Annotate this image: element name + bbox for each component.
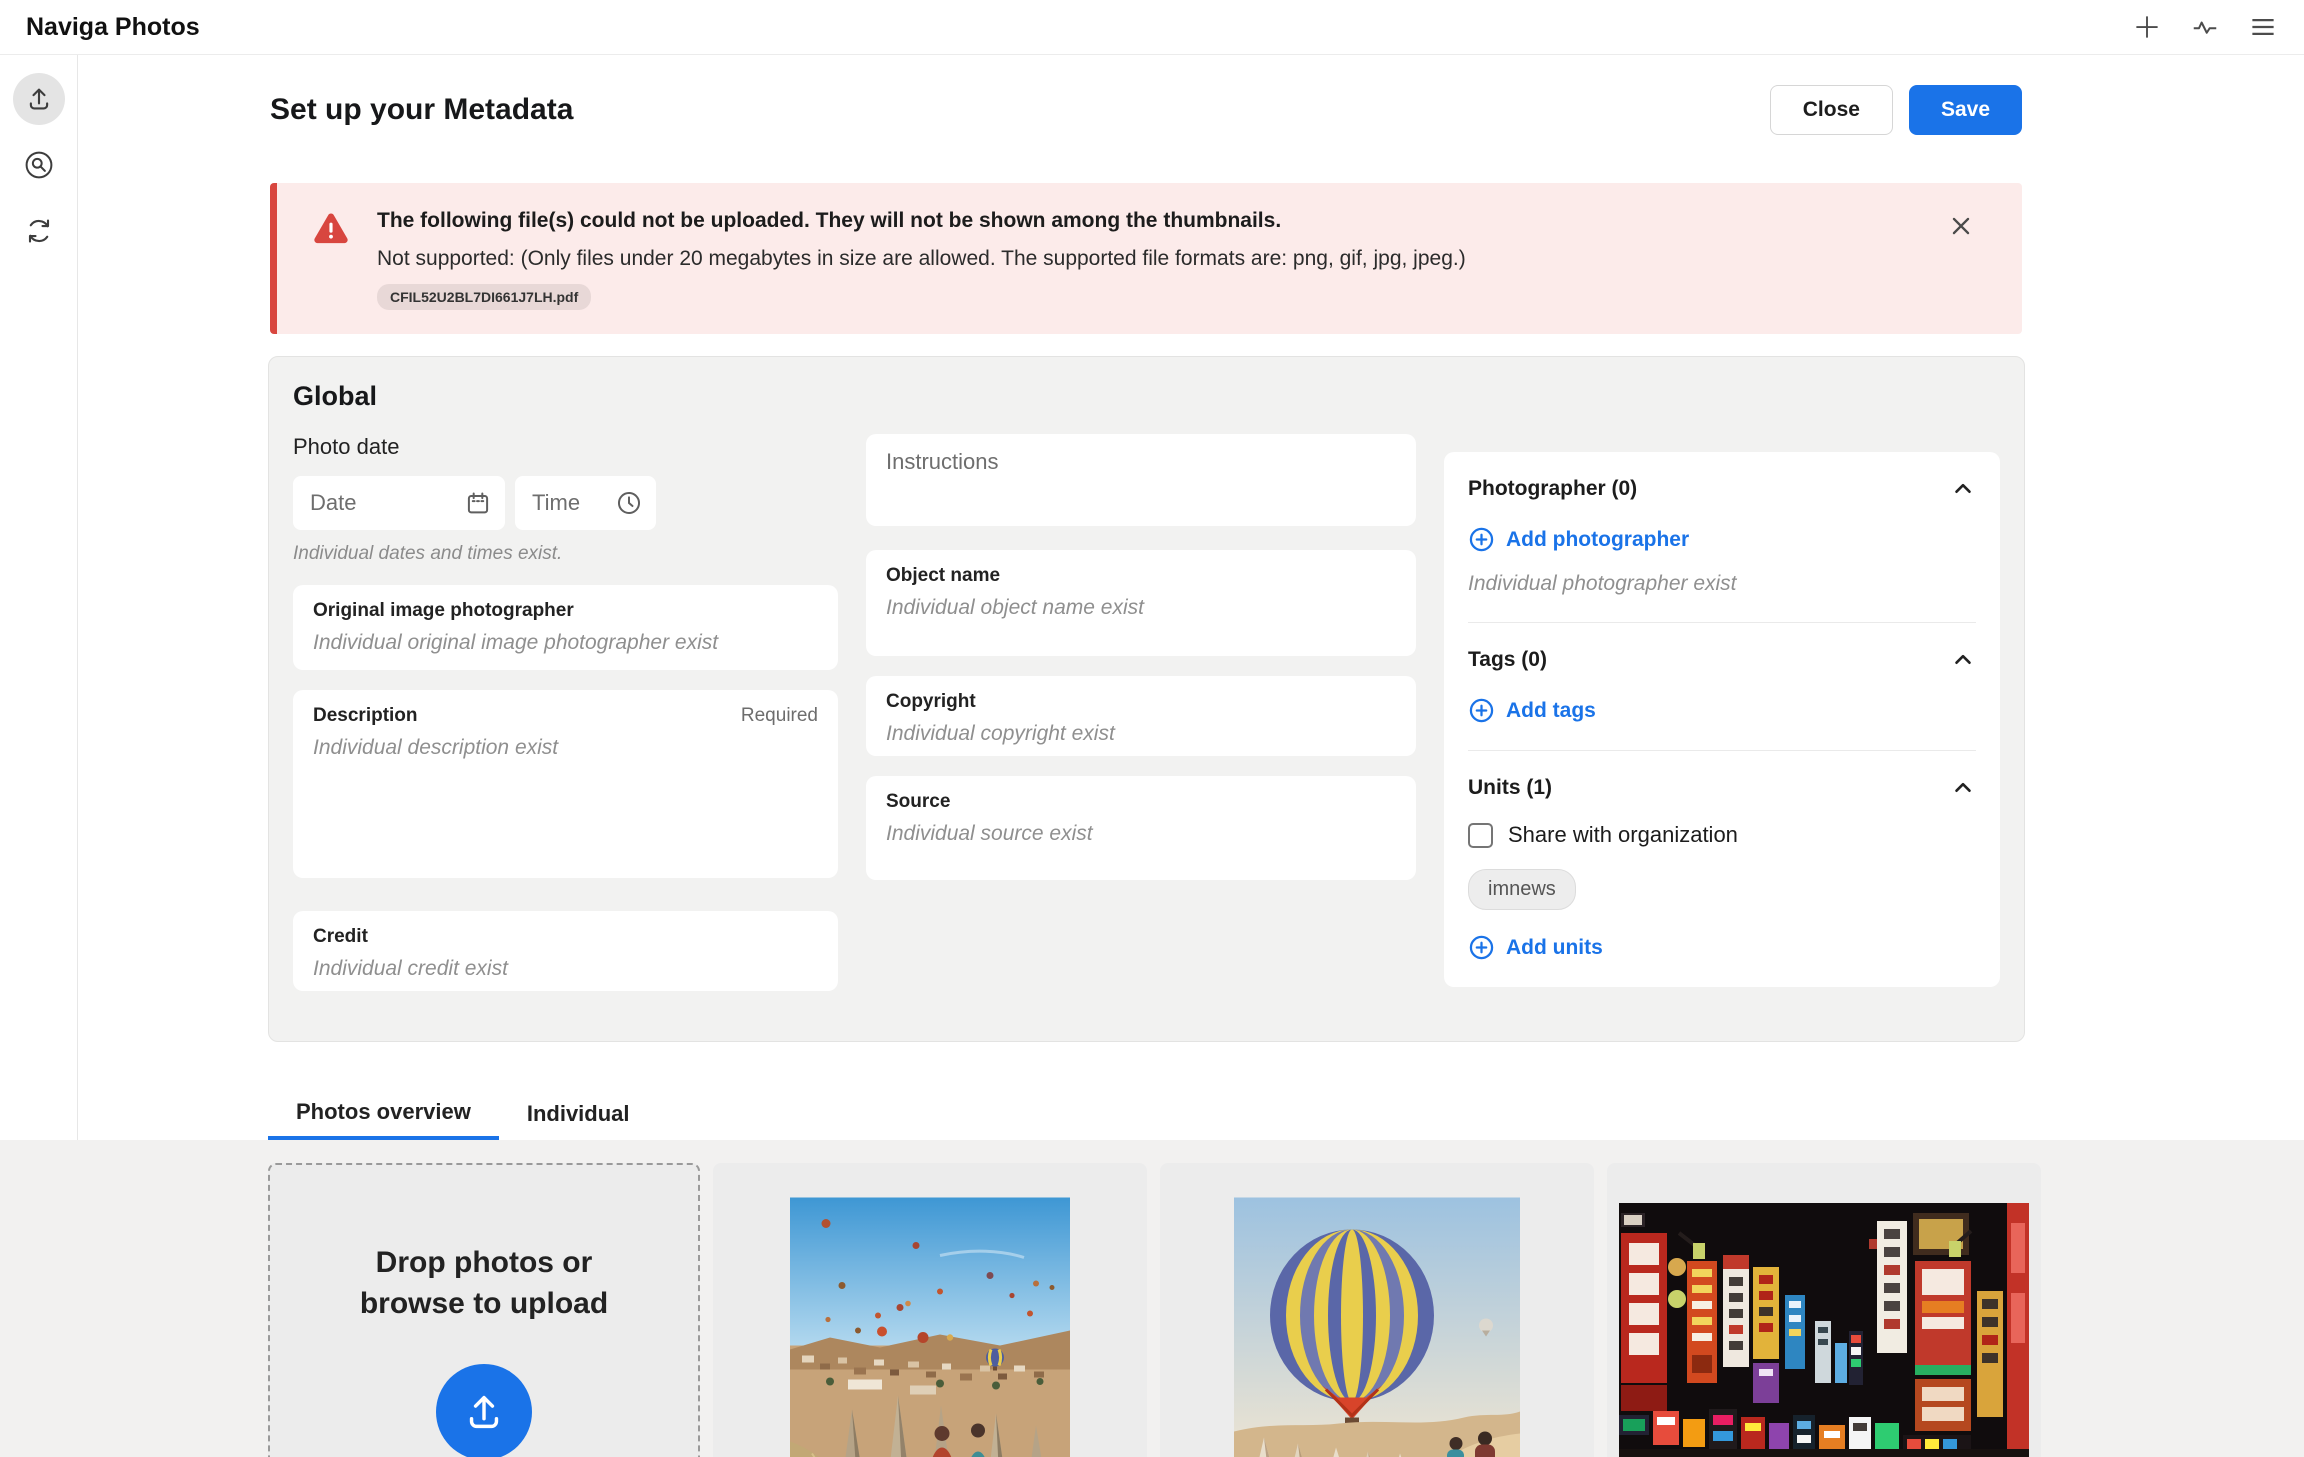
original-photographer-label: Original image photographer xyxy=(313,600,818,622)
thumbnail-tokyo-neon-street[interactable] xyxy=(1607,1163,2041,1457)
menu-icon[interactable] xyxy=(2248,12,2278,42)
main-area: Set up your Metadata Close Save The foll… xyxy=(0,55,2304,1140)
description-label: Description xyxy=(313,705,418,727)
page-title: Set up your Metadata xyxy=(270,93,573,127)
credit-value: Individual credit exist xyxy=(313,957,818,981)
units-section-title: Units (1) xyxy=(1468,776,1552,800)
share-label: Share with organization xyxy=(1508,822,1738,848)
object-name-value: Individual object name exist xyxy=(886,596,1396,620)
copyright-label: Copyright xyxy=(886,691,1396,713)
units-section: Units (1) Share with organization imnews xyxy=(1468,750,1976,987)
source-label: Source xyxy=(886,791,1396,813)
metadata-column-middle: Instructions Object name Individual obje… xyxy=(866,424,1416,991)
tags-section: Tags (0) Add tags xyxy=(1468,622,1976,750)
description-value: Individual description exist xyxy=(313,736,818,760)
cappadocia-photo xyxy=(790,1172,1070,1457)
tab-photos-overview[interactable]: Photos overview xyxy=(268,1088,499,1140)
chevron-up-icon[interactable] xyxy=(1950,775,1976,801)
header-actions: Close Save xyxy=(1770,85,2022,135)
photo-date-hint: Individual dates and times exist. xyxy=(293,543,838,565)
source-value: Individual source exist xyxy=(886,822,1396,846)
instructions-placeholder: Instructions xyxy=(886,449,999,474)
original-photographer-field[interactable]: Original image photographer Individual o… xyxy=(293,585,838,670)
app-title: Naviga Photos xyxy=(26,13,200,42)
upload-icon[interactable] xyxy=(13,73,65,125)
date-input[interactable]: Date xyxy=(293,476,505,530)
save-button[interactable]: Save xyxy=(1909,85,2022,135)
panel-title: Global xyxy=(293,381,2000,412)
chevron-up-icon[interactable] xyxy=(1950,476,1976,502)
content: Set up your Metadata Close Save The foll… xyxy=(78,55,2304,1140)
source-field[interactable]: Source Individual source exist xyxy=(866,776,1416,880)
sidebar xyxy=(0,55,78,1140)
add-units-label: Add units xyxy=(1506,936,1603,960)
sync-icon[interactable] xyxy=(13,205,65,257)
tokyo-photo xyxy=(1619,1203,2029,1457)
photographer-section-header[interactable]: Photographer (0) xyxy=(1468,476,1976,502)
upload-icon[interactable] xyxy=(436,1364,532,1457)
alert-detail: Not supported: (Only files under 20 mega… xyxy=(377,247,1952,271)
description-field[interactable]: Description Required Individual descript… xyxy=(293,690,838,878)
rejected-file-chip: CFIL52U2BL7DI661J7LH.pdf xyxy=(377,284,591,310)
share-with-organization-row[interactable]: Share with organization xyxy=(1468,822,1976,848)
plus-icon[interactable] xyxy=(2132,12,2162,42)
add-photographer-label: Add photographer xyxy=(1506,528,1689,552)
clock-icon xyxy=(615,489,643,517)
tab-individual[interactable]: Individual xyxy=(499,1088,658,1140)
time-input[interactable]: Time xyxy=(515,476,656,530)
add-photographer-button[interactable]: Add photographer xyxy=(1468,526,1689,553)
object-name-label: Object name xyxy=(886,565,1396,587)
add-tags-button[interactable]: Add tags xyxy=(1468,697,1596,724)
metadata-column-left: Photo date Date Time xyxy=(293,424,838,991)
collections-card: Photographer (0) Add photographer Indivi… xyxy=(1444,452,2000,987)
activity-icon[interactable] xyxy=(2190,12,2220,42)
close-button[interactable]: Close xyxy=(1770,85,1893,135)
global-metadata-panel: Global Photo date Date xyxy=(268,356,2025,1042)
share-checkbox[interactable] xyxy=(1468,823,1493,848)
object-name-field[interactable]: Object name Individual object name exist xyxy=(866,550,1416,656)
photographer-section-title: Photographer (0) xyxy=(1468,477,1637,501)
add-tags-label: Add tags xyxy=(1506,699,1596,723)
chevron-up-icon[interactable] xyxy=(1950,647,1976,673)
unit-chip[interactable]: imnews xyxy=(1468,869,1576,910)
metadata-column-right: Photographer (0) Add photographer Indivi… xyxy=(1444,424,2000,991)
credit-field[interactable]: Credit Individual credit exist xyxy=(293,911,838,991)
photographer-hint: Individual photographer exist xyxy=(1468,572,1976,596)
balloon-photo xyxy=(1234,1172,1520,1457)
original-photographer-value: Individual original image photographer e… xyxy=(313,631,818,655)
photos-strip: Drop photos or browse to upload xyxy=(0,1140,2304,1457)
topbar: Naviga Photos xyxy=(0,0,2304,55)
required-badge: Required xyxy=(741,705,818,727)
tags-section-title: Tags (0) xyxy=(1468,648,1547,672)
time-placeholder: Time xyxy=(532,490,580,516)
close-icon[interactable] xyxy=(1948,213,1974,239)
photo-date-inputs: Date Time xyxy=(293,476,838,530)
search-icon[interactable] xyxy=(13,139,65,191)
bottom-tabs: Photos overview Individual xyxy=(268,1088,658,1140)
alert-title: The following file(s) could not be uploa… xyxy=(377,209,1952,233)
tags-section-header[interactable]: Tags (0) xyxy=(1468,647,1976,673)
photographer-section: Photographer (0) Add photographer Indivi… xyxy=(1468,452,1976,622)
copyright-value: Individual copyright exist xyxy=(886,722,1396,746)
date-placeholder: Date xyxy=(310,490,356,516)
units-section-header[interactable]: Units (1) xyxy=(1468,775,1976,801)
credit-label: Credit xyxy=(313,926,818,948)
thumbnail-cappadocia-balloons[interactable] xyxy=(713,1163,1147,1457)
calendar-icon xyxy=(464,489,492,517)
upload-error-alert: The following file(s) could not be uploa… xyxy=(270,183,2022,334)
content-header: Set up your Metadata Close Save xyxy=(270,85,2022,135)
alert-body: The following file(s) could not be uploa… xyxy=(377,209,1952,310)
photo-date-label: Photo date xyxy=(293,434,838,460)
topbar-actions xyxy=(2132,12,2278,42)
dropzone[interactable]: Drop photos or browse to upload xyxy=(268,1163,700,1457)
copyright-field[interactable]: Copyright Individual copyright exist xyxy=(866,676,1416,756)
instructions-field[interactable]: Instructions xyxy=(866,434,1416,526)
warning-icon xyxy=(311,209,351,310)
thumbnail-hot-air-balloon[interactable] xyxy=(1160,1163,1594,1457)
add-units-button[interactable]: Add units xyxy=(1468,934,1603,961)
dropzone-text: Drop photos or browse to upload xyxy=(329,1243,639,1324)
